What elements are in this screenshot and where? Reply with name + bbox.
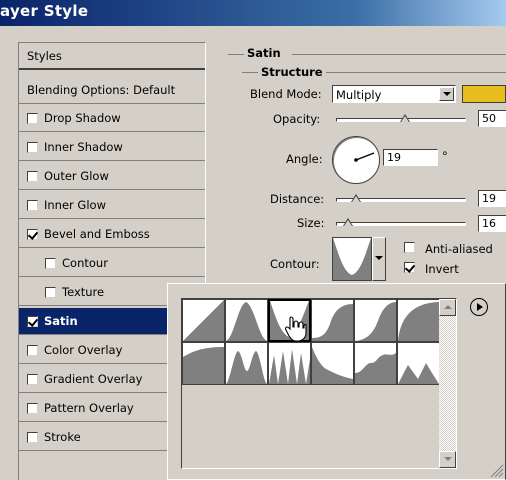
contour-preset[interactable]: [397, 342, 440, 385]
contour-ring-icon: [183, 347, 224, 384]
contour-peaks-icon: [398, 363, 439, 384]
contour-ring-double-icon: [226, 351, 267, 384]
contour-preview[interactable]: [332, 237, 372, 281]
style-item-label: Pattern Overlay: [44, 401, 134, 415]
contour-cone-icon: [226, 302, 267, 341]
style-item-label: Color Overlay: [44, 343, 123, 357]
style-item-drop-shadow[interactable]: Drop Shadow: [19, 105, 205, 132]
structure-group-line: [242, 72, 258, 73]
checkbox[interactable]: [27, 113, 38, 124]
checkbox[interactable]: [27, 200, 38, 211]
anti-aliased-checkbox[interactable]: [404, 242, 415, 253]
checkbox[interactable]: [27, 432, 38, 443]
contour-preset[interactable]: [225, 342, 268, 385]
contour-preset[interactable]: [354, 342, 397, 385]
angle-input[interactable]: 19: [383, 149, 438, 166]
blend-mode-value: Multiply: [336, 88, 382, 102]
title-bar: ayer Style: [0, 0, 506, 26]
hand-cursor-icon: [285, 316, 307, 342]
style-item-label: Gradient Overlay: [44, 372, 143, 386]
contour-curve-icon: [333, 238, 371, 280]
play-menu-icon[interactable]: [470, 298, 488, 316]
style-item-label: Stroke: [44, 430, 81, 444]
distance-input[interactable]: 19: [478, 190, 506, 207]
contour-preset[interactable]: [182, 342, 225, 385]
blending-options-item[interactable]: Blending Options: Default: [19, 77, 205, 104]
checkbox[interactable]: [45, 287, 56, 298]
styles-header[interactable]: Styles: [19, 43, 205, 70]
style-item-label: Bevel and Emboss: [44, 227, 150, 241]
style-item-outer-glow[interactable]: Outer Glow: [19, 163, 205, 190]
style-item-inner-shadow[interactable]: Inner Shadow: [19, 134, 205, 161]
angle-dial[interactable]: [332, 136, 380, 184]
style-item-label: Texture: [62, 285, 105, 299]
contour-half-round-icon: [398, 302, 439, 341]
contour-scrollbar[interactable]: [439, 299, 456, 468]
satin-section-title: Satin: [247, 46, 281, 60]
size-input[interactable]: 16: [478, 215, 506, 232]
invert-checkbox[interactable]: [404, 262, 415, 273]
contour-preset[interactable]: [268, 342, 311, 385]
checkbox[interactable]: [27, 345, 38, 356]
style-item-label: Satin: [44, 314, 78, 328]
style-item-contour[interactable]: Contour: [19, 250, 205, 277]
checkbox[interactable]: [27, 229, 38, 240]
size-slider[interactable]: [336, 222, 466, 226]
contour-rolling-slope-icon: [269, 349, 310, 384]
satin-group-line: [228, 54, 244, 55]
contour-preset[interactable]: [311, 299, 354, 342]
contour-preset[interactable]: [311, 342, 354, 385]
chevron-down-icon[interactable]: [439, 87, 454, 101]
contour-preset[interactable]: [225, 299, 268, 342]
style-item-label: Drop Shadow: [44, 111, 121, 125]
distance-slider-thumb[interactable]: [351, 194, 361, 203]
checkbox[interactable]: [27, 374, 38, 385]
contour-preset[interactable]: [397, 299, 440, 342]
blend-mode-select[interactable]: Multiply: [332, 85, 456, 103]
opacity-label: Opacity:: [273, 112, 321, 126]
degree-symbol: °: [442, 149, 448, 163]
resize-grip-icon[interactable]: [488, 462, 504, 478]
opacity-slider-thumb[interactable]: [400, 114, 410, 123]
styles-header-label: Styles: [27, 49, 62, 63]
checkbox[interactable]: [27, 316, 38, 327]
window-title: ayer Style: [0, 2, 89, 20]
invert-label: Invert: [425, 262, 459, 276]
blend-mode-label: Blend Mode:: [250, 87, 322, 101]
opacity-input[interactable]: 50: [478, 110, 506, 127]
style-item-label: Inner Glow: [44, 198, 106, 212]
anti-aliased-label: Anti-aliased: [425, 242, 493, 256]
checkbox[interactable]: [45, 258, 56, 269]
blending-options-label: Blending Options: Default: [27, 83, 176, 97]
contour-steps-icon: [355, 353, 396, 384]
style-item-label: Inner Shadow: [44, 140, 123, 154]
structure-title: Structure: [261, 65, 323, 79]
structure-group-line: [326, 72, 506, 73]
distance-label: Distance:: [270, 192, 325, 206]
contour-linear-icon: [183, 300, 224, 341]
style-item-bevel-and-emboss[interactable]: Bevel and Emboss: [19, 221, 205, 248]
style-item-inner-glow[interactable]: Inner Glow: [19, 192, 205, 219]
blend-color-swatch[interactable]: [462, 85, 506, 103]
contour-label: Contour:: [270, 257, 320, 271]
checkbox[interactable]: [27, 403, 38, 414]
size-label: Size:: [297, 216, 325, 230]
scroll-down-button[interactable]: [439, 451, 456, 468]
contour-preset[interactable]: [182, 299, 225, 342]
angle-label: Angle:: [286, 152, 323, 166]
contour-preset[interactable]: [354, 299, 397, 342]
angle-needle-icon: [354, 152, 375, 162]
scroll-up-button[interactable]: [439, 299, 456, 316]
chevron-down-icon[interactable]: [372, 237, 386, 281]
contour-sawtooth-icon: [312, 347, 353, 384]
style-item-label: Contour: [62, 256, 108, 270]
size-slider-thumb[interactable]: [343, 218, 353, 227]
style-item-label: Outer Glow: [44, 169, 109, 183]
checkbox[interactable]: [27, 142, 38, 153]
contour-gaussian-icon: [355, 302, 396, 341]
checkbox[interactable]: [27, 171, 38, 182]
satin-group-line: [292, 54, 506, 55]
contour-cove-icon: [312, 304, 353, 341]
